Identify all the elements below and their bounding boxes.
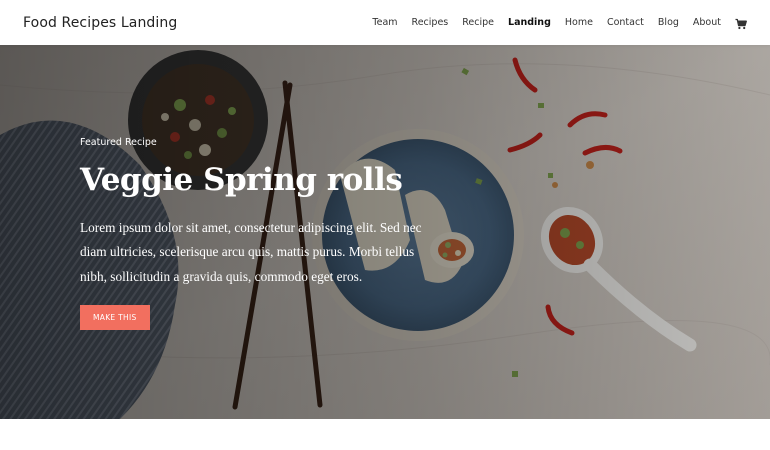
site-logo[interactable]: Food Recipes Landing xyxy=(23,15,177,31)
site-header: Food Recipes Landing Team Recipes Recipe… xyxy=(0,0,770,45)
nav-item-recipe[interactable]: Recipe xyxy=(462,17,494,28)
hero-section: Featured Recipe Veggie Spring rolls Lore… xyxy=(0,45,770,419)
cart-icon[interactable] xyxy=(735,17,747,29)
nav-item-home[interactable]: Home xyxy=(565,17,593,28)
hero-description: Lorem ipsum dolor sit amet, consectetur … xyxy=(80,220,422,284)
hero-title: Veggie Spring rolls xyxy=(80,162,403,198)
make-this-button[interactable]: MAKE THIS xyxy=(80,304,150,330)
below-hero-section xyxy=(0,419,770,450)
nav-item-landing[interactable]: Landing xyxy=(508,17,551,28)
nav-item-blog[interactable]: Blog xyxy=(658,17,679,28)
nav-item-contact[interactable]: Contact xyxy=(607,17,644,28)
hero-content: Featured Recipe Veggie Spring rolls Lore… xyxy=(80,137,440,330)
nav-item-team[interactable]: Team xyxy=(372,17,397,28)
hero-eyebrow: Featured Recipe xyxy=(80,137,157,148)
main-nav: Team Recipes Recipe Landing Home Contact… xyxy=(358,17,747,29)
nav-item-about[interactable]: About xyxy=(693,17,721,28)
nav-item-recipes[interactable]: Recipes xyxy=(412,17,449,28)
